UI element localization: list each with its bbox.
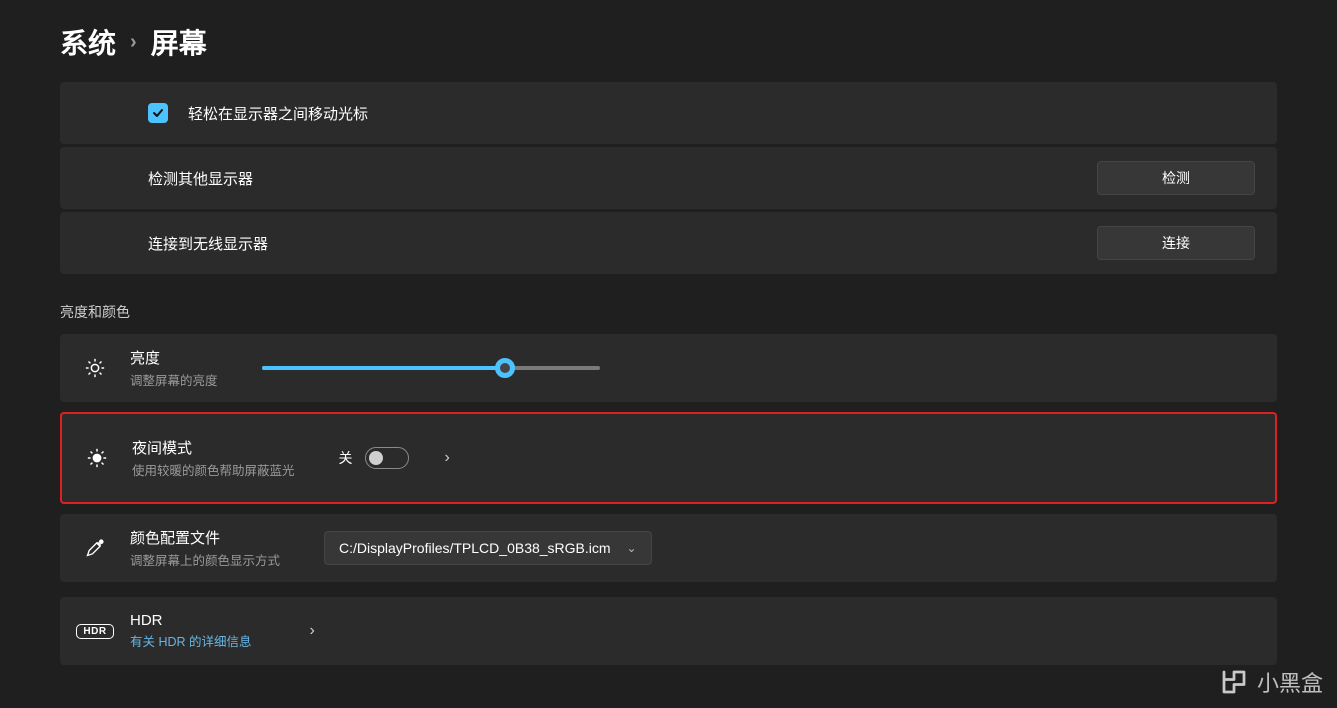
detect-button[interactable]: 检测 <box>1097 161 1255 195</box>
brightness-subtitle: 调整屏幕的亮度 <box>130 370 218 389</box>
connect-button[interactable]: 连接 <box>1097 226 1255 260</box>
section-brightness-title: 亮度和颜色 <box>60 302 1277 322</box>
color-profile-value: C:/DisplayProfiles/TPLCD_0B38_sRGB.icm <box>339 540 611 556</box>
color-profile-row[interactable]: 颜色配置文件 调整屏幕上的颜色显示方式 C:/DisplayProfiles/T… <box>60 514 1277 582</box>
night-light-row[interactable]: 夜间模式 使用较暖的颜色帮助屏蔽蓝光 关 › <box>60 412 1277 504</box>
multi-display-group: 轻松在显示器之间移动光标 检测其他显示器 检测 连接到无线显示器 连接 <box>60 82 1277 274</box>
watermark-text: 小黑盒 <box>1257 666 1323 698</box>
easy-cursor-checkbox[interactable] <box>148 103 168 123</box>
night-light-state: 关 <box>339 448 353 468</box>
color-profile-subtitle: 调整屏幕上的颜色显示方式 <box>130 550 280 569</box>
chevron-down-icon: ⌄ <box>627 541 637 555</box>
breadcrumb: 系统 › 屏幕 <box>60 0 1277 82</box>
chevron-right-icon[interactable]: › <box>445 449 450 467</box>
detect-displays-row: 检测其他显示器 检测 <box>60 147 1277 209</box>
brightness-row[interactable]: 亮度 调整屏幕的亮度 <box>60 334 1277 402</box>
brightness-slider[interactable] <box>262 366 600 370</box>
wireless-display-row: 连接到无线显示器 连接 <box>60 212 1277 274</box>
hdr-subtitle-link[interactable]: 有关 HDR 的详细信息 <box>130 631 252 650</box>
brightness-icon <box>82 357 108 379</box>
night-light-title: 夜间模式 <box>132 437 295 458</box>
hdr-icon: HDR <box>82 624 108 639</box>
color-profile-dropdown[interactable]: C:/DisplayProfiles/TPLCD_0B38_sRGB.icm ⌄ <box>324 531 652 565</box>
night-light-icon <box>84 447 110 469</box>
wireless-display-label: 连接到无线显示器 <box>148 233 268 254</box>
easy-cursor-label: 轻松在显示器之间移动光标 <box>188 103 368 124</box>
night-light-toggle[interactable] <box>365 447 409 469</box>
brightness-title: 亮度 <box>130 347 218 368</box>
breadcrumb-parent[interactable]: 系统 <box>60 22 116 62</box>
watermark: 小黑盒 <box>1219 666 1323 698</box>
detect-displays-label: 检测其他显示器 <box>148 168 253 189</box>
hdr-title: HDR <box>130 612 252 629</box>
night-light-subtitle: 使用较暖的颜色帮助屏蔽蓝光 <box>132 460 295 479</box>
color-profile-title: 颜色配置文件 <box>130 527 280 548</box>
chevron-right-icon[interactable]: › <box>310 622 315 640</box>
eyedropper-icon <box>82 538 108 558</box>
slider-thumb[interactable] <box>495 358 515 378</box>
chevron-right-icon: › <box>130 31 137 54</box>
breadcrumb-current: 屏幕 <box>151 22 207 62</box>
watermark-logo-icon <box>1219 667 1249 697</box>
easy-cursor-row: 轻松在显示器之间移动光标 <box>60 82 1277 144</box>
hdr-row[interactable]: HDR HDR 有关 HDR 的详细信息 › <box>60 597 1277 665</box>
